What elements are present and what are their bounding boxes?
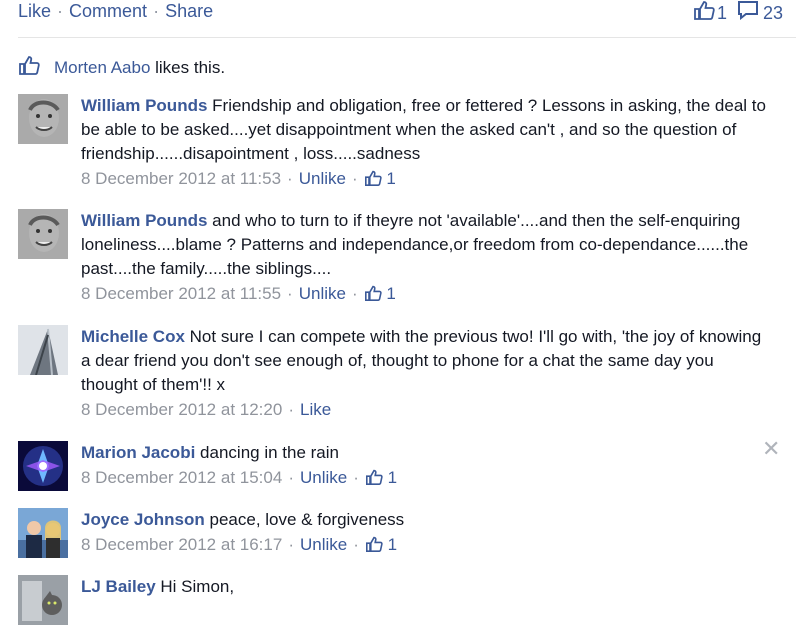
separator-dot: · xyxy=(288,468,294,487)
separator-dot: · xyxy=(57,1,64,21)
comment-author-link[interactable]: William Pounds xyxy=(81,211,207,230)
comment-body: Marion Jacobi dancing in the rain 8 Dece… xyxy=(81,441,771,491)
separator-dot: · xyxy=(287,284,293,303)
comment-author-link[interactable]: Joyce Johnson xyxy=(81,510,205,529)
comment-author-link[interactable]: Michelle Cox xyxy=(81,327,185,346)
close-icon[interactable]: ✕ xyxy=(762,438,780,460)
comment-timestamp[interactable]: 8 December 2012 at 16:17 xyxy=(81,535,282,554)
separator-dot: · xyxy=(288,535,294,554)
share-link[interactable]: Share xyxy=(165,1,213,21)
comment-body: LJ Bailey Hi Simon, xyxy=(81,575,771,599)
thumbs-up-icon[interactable] xyxy=(364,170,382,192)
like-link[interactable]: Like xyxy=(18,1,51,21)
comment-text: Hi Simon, xyxy=(160,577,235,596)
comment-body: William Pounds and who to turn to if the… xyxy=(81,209,771,307)
avatar[interactable] xyxy=(18,325,68,375)
thumbs-up-icon[interactable] xyxy=(364,285,382,307)
comment-like-count[interactable]: 1 xyxy=(388,535,397,554)
comment-text: peace, love & forgiveness xyxy=(209,510,405,529)
comment-meta: 8 December 2012 at 16:17 · Unlike · 1 xyxy=(81,534,771,558)
unlike-link[interactable]: Unlike xyxy=(299,284,346,303)
comment-author-link[interactable]: William Pounds xyxy=(81,96,207,115)
separator-dot: · xyxy=(153,1,160,21)
comment-timestamp[interactable]: 8 December 2012 at 11:55 xyxy=(81,284,281,303)
post-counts: 1 23 xyxy=(693,0,783,25)
comment-like-count[interactable]: 1 xyxy=(388,468,397,487)
comment-body: Michelle Cox Not sure I can compete with… xyxy=(81,325,771,421)
separator-dot: · xyxy=(353,535,359,554)
separator-dot: · xyxy=(288,400,294,419)
comment-like-count[interactable]: 1 xyxy=(386,169,395,188)
separator-dot: · xyxy=(287,169,293,188)
comment-timestamp[interactable]: 8 December 2012 at 15:04 xyxy=(81,468,282,487)
avatar[interactable] xyxy=(18,94,68,144)
separator-dot: · xyxy=(351,284,358,303)
thumbs-up-icon[interactable] xyxy=(365,469,383,491)
divider xyxy=(18,37,796,38)
like-count[interactable]: 1 xyxy=(717,2,727,24)
avatar[interactable] xyxy=(18,508,68,558)
comment-body: Joyce Johnson peace, love & forgiveness … xyxy=(81,508,771,558)
comment-meta: 8 December 2012 at 12:20 · Like xyxy=(81,399,771,421)
likes-suffix: likes this. xyxy=(150,58,226,77)
comment-text: dancing in the rain xyxy=(200,443,339,462)
comment-meta: 8 December 2012 at 15:04 · Unlike · 1 xyxy=(81,467,771,491)
likes-summary: Morten Aabo likes this. xyxy=(18,55,225,81)
unlike-link[interactable]: Unlike xyxy=(299,169,346,188)
like-link[interactable]: Like xyxy=(300,400,331,419)
comment-timestamp[interactable]: 8 December 2012 at 12:20 xyxy=(81,400,282,419)
comment-meta: 8 December 2012 at 11:55 · Unlike · 1 xyxy=(81,283,771,307)
thumbs-up-icon[interactable] xyxy=(365,536,383,558)
comment-author-link[interactable]: LJ Bailey xyxy=(81,577,156,596)
post-actions: Like · Comment · Share xyxy=(18,0,213,22)
unlike-link[interactable]: Unlike xyxy=(300,468,347,487)
separator-dot: · xyxy=(353,468,359,487)
avatar[interactable] xyxy=(18,575,68,625)
avatar[interactable] xyxy=(18,209,68,259)
comment-meta: 8 December 2012 at 11:53 · Unlike · 1 xyxy=(81,168,771,192)
avatar[interactable] xyxy=(18,441,68,491)
comment-timestamp[interactable]: 8 December 2012 at 11:53 xyxy=(81,169,281,188)
comment-count[interactable]: 23 xyxy=(763,2,783,24)
comment-body: William Pounds Friendship and obligation… xyxy=(81,94,771,192)
thumbs-up-icon xyxy=(18,55,54,81)
liker-name-link[interactable]: Morten Aabo xyxy=(54,57,150,79)
unlike-link[interactable]: Unlike xyxy=(300,535,347,554)
comment-link[interactable]: Comment xyxy=(69,1,147,21)
separator-dot: · xyxy=(351,169,358,188)
comment-bubble-icon[interactable] xyxy=(737,0,763,25)
comment-like-count[interactable]: 1 xyxy=(386,284,395,303)
thumbs-up-icon[interactable] xyxy=(693,0,717,25)
comment-author-link[interactable]: Marion Jacobi xyxy=(81,443,195,462)
post-action-bar: Like · Comment · Share 1 23 xyxy=(0,0,800,26)
